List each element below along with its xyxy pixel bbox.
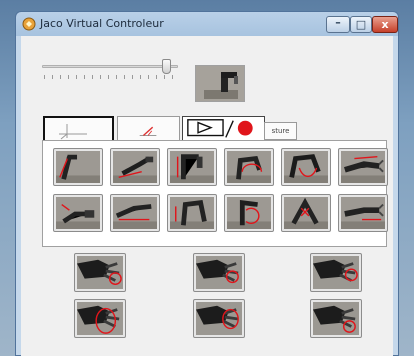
finger-1-icon <box>77 256 123 289</box>
client-area: sture <box>21 36 393 356</box>
wrist-rotate-reverse-button[interactable] <box>224 194 274 232</box>
arm-translate-down-button[interactable] <box>167 148 217 186</box>
slider-ticks <box>44 75 174 79</box>
finger-2-icon <box>196 256 242 289</box>
maximize-button[interactable]: □ <box>350 16 372 33</box>
arm-translate-down-icon <box>170 151 214 183</box>
finger-3-button[interactable] <box>310 253 362 292</box>
arm-translate-back-icon <box>56 197 100 229</box>
arm-translate-horizontal-button[interactable] <box>110 194 160 232</box>
arm-translate-left-icon <box>113 151 157 183</box>
arm-lower-icon <box>170 197 214 229</box>
hand-translate-right-icon <box>341 151 385 183</box>
arm-translate-up-icon <box>56 151 100 183</box>
close-icon: x <box>381 18 389 31</box>
tab-record[interactable] <box>182 116 265 143</box>
wrist-rotate-reverse-icon <box>227 197 271 229</box>
minimize-icon: – <box>335 16 341 29</box>
arm-translate-up-button[interactable] <box>53 148 103 186</box>
speed-slider[interactable] <box>42 59 182 81</box>
tab-axes[interactable] <box>43 116 114 143</box>
arm-translate-left-button[interactable] <box>110 148 160 186</box>
finger-3-icon <box>313 256 359 289</box>
arm-preview-image <box>195 65 245 102</box>
tab-angle[interactable] <box>117 116 180 143</box>
two-fingers-icon <box>196 302 242 335</box>
wrist-open-button[interactable] <box>281 194 331 232</box>
wrist-rotate-button[interactable] <box>224 148 274 186</box>
thumb-button[interactable] <box>310 299 362 338</box>
wrist-open-icon <box>284 197 328 229</box>
window-title: Jaco Virtual Controleur <box>40 17 164 30</box>
two-fingers-button[interactable] <box>193 299 245 338</box>
arm-translate-back-button[interactable] <box>53 194 103 232</box>
play-record-icon <box>187 119 253 138</box>
movement-panel <box>42 140 388 247</box>
hand-forward-icon <box>341 197 385 229</box>
tab-gesture[interactable]: sture <box>264 122 297 140</box>
title-bar[interactable]: Jaco Virtual Controleur – □ x <box>16 12 398 36</box>
thumb-icon <box>313 302 359 335</box>
finger-2-button[interactable] <box>193 253 245 292</box>
app-window: Jaco Virtual Controleur – □ x sture <box>15 11 399 356</box>
all-fingers-button[interactable] <box>74 299 126 338</box>
wrist-flex-icon <box>284 151 328 183</box>
hand-translate-right-button[interactable] <box>338 148 388 186</box>
app-icon <box>22 17 36 31</box>
slider-track <box>42 65 178 68</box>
wrist-rotate-icon <box>227 151 271 183</box>
hand-forward-button[interactable] <box>338 194 388 232</box>
angle-icon <box>139 126 157 137</box>
axes-icon <box>59 124 87 140</box>
arm-translate-horizontal-icon <box>113 197 157 229</box>
all-fingers-icon <box>77 302 123 335</box>
close-button[interactable]: x <box>372 16 398 33</box>
arm-lower-button[interactable] <box>167 194 217 232</box>
maximize-icon: □ <box>355 18 367 31</box>
finger-1-button[interactable] <box>74 253 126 292</box>
slider-thumb[interactable] <box>162 59 171 74</box>
wrist-flex-button[interactable] <box>281 148 331 186</box>
minimize-button[interactable]: – <box>326 16 350 33</box>
